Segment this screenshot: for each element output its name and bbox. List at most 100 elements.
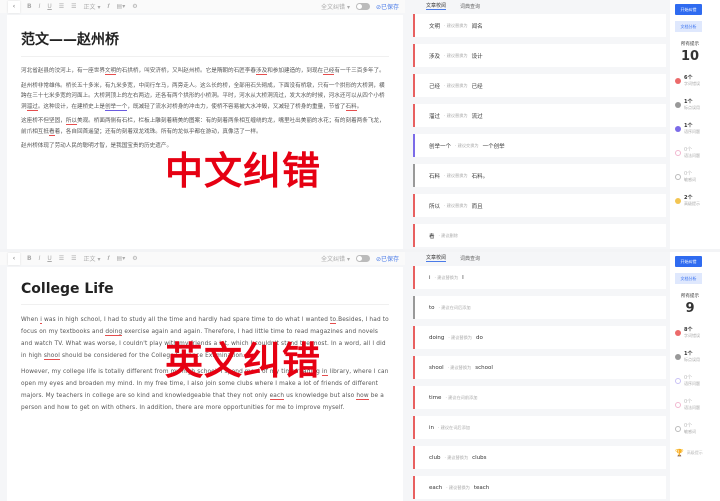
category-filter[interactable]: 8个 字词错误 bbox=[675, 326, 720, 340]
error-word: 看 bbox=[429, 233, 435, 240]
document-editor[interactable]: 范文——赵州桥河北省赵县的洨河上，有一座世界文明的石拱桥，叫安济桥，又叫赵州桥。… bbox=[7, 15, 403, 249]
category-label: 标点误用 bbox=[684, 357, 700, 362]
suggestion-hint: · 建议交换为 bbox=[455, 142, 479, 148]
flagged-text[interactable]: 涉及 bbox=[255, 68, 268, 75]
document-title[interactable]: 范文——赵州桥 bbox=[21, 29, 389, 57]
suggestion-card[interactable]: doing · 建议替换为 do bbox=[413, 326, 666, 349]
category-filter[interactable]: 2个 高级提示 bbox=[675, 194, 720, 208]
back-button[interactable]: ‹ bbox=[8, 0, 20, 13]
style-select[interactable]: 正文 ▾ bbox=[84, 254, 101, 263]
unordered-list-icon[interactable]: ☰ bbox=[71, 3, 76, 10]
error-word: i bbox=[429, 274, 431, 281]
suggested-fix[interactable]: 设计 bbox=[472, 52, 483, 60]
text-run: 有一千三百多年了。 bbox=[334, 68, 385, 74]
suggestion-card[interactable]: 创举一个 · 建议交换为 一个创举 bbox=[413, 134, 666, 157]
flagged-text[interactable]: 创举一个 bbox=[104, 103, 128, 111]
ordered-list-icon[interactable]: ☰ bbox=[59, 3, 64, 10]
underline-icon[interactable]: U bbox=[47, 3, 51, 10]
start-check-button[interactable]: 开始纠错 bbox=[675, 4, 702, 15]
suggested-fix[interactable]: 一个创举 bbox=[483, 142, 505, 150]
category-filter[interactable]: 1个 标点误用 bbox=[675, 350, 720, 364]
style-label: 正文 bbox=[83, 256, 96, 263]
toggle-switch[interactable] bbox=[355, 255, 370, 262]
settings-icon[interactable]: ⚙ bbox=[132, 3, 137, 10]
suggestion-card[interactable]: 溜过 · 建议替换为 流过 bbox=[413, 104, 666, 127]
suggestion-card[interactable]: time · 建议在词前添加 bbox=[413, 386, 666, 409]
tab-review[interactable]: 文章校阅 bbox=[426, 2, 447, 10]
panel-tabs: 文章校阅 词典查询 bbox=[412, 0, 480, 12]
unordered-list-icon[interactable]: ☰ bbox=[71, 255, 76, 262]
category-filter[interactable]: 0个 敏感词 bbox=[675, 170, 720, 184]
analyze-button[interactable]: 文档分析 bbox=[675, 21, 702, 32]
suggestion-card[interactable]: each · 建议替换为 teach bbox=[413, 476, 666, 499]
text-run: 河北省赵县的洨河上，有一座世界 bbox=[21, 68, 105, 74]
category-dot-icon bbox=[675, 150, 681, 156]
suggestion-card[interactable]: 所以 · 建议替换为 而且 bbox=[413, 194, 666, 217]
suggested-fix[interactable]: school bbox=[475, 365, 493, 371]
toggle-switch[interactable] bbox=[355, 3, 370, 10]
image-icon[interactable]: ▤▾ bbox=[117, 3, 126, 10]
paragraph[interactable]: 这座桥不但坚固，所以美观。桥面两侧有石栏，栏板上雕刻着精美的图案：有的刻着两条相… bbox=[21, 116, 389, 137]
image-icon[interactable]: ▤▾ bbox=[117, 255, 126, 262]
suggested-fix[interactable]: 流过 bbox=[472, 112, 483, 120]
flagged-text[interactable]: 石料 bbox=[345, 103, 357, 111]
suggested-fix[interactable]: 而且 bbox=[472, 202, 483, 210]
tab-review[interactable]: 文章校阅 bbox=[426, 254, 447, 262]
flagged-text[interactable]: 己经 bbox=[323, 68, 335, 75]
suggestion-card[interactable]: to · 建议在词后添加 bbox=[413, 296, 666, 319]
paragraph[interactable]: 河北省赵县的洨河上，有一座世界文明的石拱桥，叫安济桥，又叫赵州桥。它是隋朝的石匠… bbox=[21, 66, 389, 77]
suggested-fix[interactable]: 已经 bbox=[472, 82, 483, 90]
flagged-text[interactable]: shool bbox=[43, 353, 60, 360]
settings-icon[interactable]: ⚙ bbox=[132, 255, 137, 262]
tab-dictionary[interactable]: 词典查询 bbox=[460, 255, 480, 262]
category-filter[interactable]: 0个 敏感词 bbox=[675, 422, 720, 436]
flagged-text[interactable]: each bbox=[269, 393, 285, 400]
document-title[interactable]: College Life bbox=[21, 281, 389, 305]
suggested-fix[interactable]: 石料。 bbox=[472, 172, 489, 180]
back-button[interactable]: ‹ bbox=[8, 252, 20, 265]
flagged-text[interactable]: 溜过 bbox=[26, 103, 38, 111]
flagged-text[interactable]: 所以 bbox=[65, 118, 77, 125]
category-filter[interactable]: 0个 语法问题 bbox=[675, 146, 720, 160]
paragraph[interactable]: 赵州桥非常雄伟。桥长五十多米，有九米多宽，中间行车马，两旁走人。这么长的桥，全部… bbox=[21, 81, 389, 113]
suggestion-card[interactable]: 看 · 建议删除 bbox=[413, 224, 666, 247]
category-label: 敏感词 bbox=[684, 177, 696, 182]
format-icon[interactable]: 𝒇 bbox=[107, 3, 109, 11]
analyze-button[interactable]: 文档分析 bbox=[675, 273, 702, 284]
italic-icon[interactable]: I bbox=[39, 255, 41, 262]
category-filter[interactable]: 0个 语法问题 bbox=[675, 398, 720, 412]
suggestion-card[interactable]: club · 建议替换为 clubs bbox=[413, 446, 666, 469]
flagged-text[interactable]: 文明 bbox=[104, 68, 117, 75]
bold-icon[interactable]: B bbox=[27, 255, 32, 262]
suggestion-card[interactable]: 文明 · 建议替换为 闻名 bbox=[413, 14, 666, 37]
suggested-fix[interactable]: 闻名 bbox=[472, 22, 483, 30]
mode-select[interactable]: 全文纠错 ▾ bbox=[321, 254, 350, 263]
category-filter[interactable]: 1个 语序问题 bbox=[675, 122, 720, 136]
advanced-hints[interactable]: 🏆 高级提示 bbox=[675, 446, 720, 460]
start-check-button[interactable]: 开始纠错 bbox=[675, 256, 702, 267]
style-select[interactable]: 正文 ▾ bbox=[84, 2, 101, 11]
mode-select[interactable]: 全文纠错 ▾ bbox=[321, 2, 350, 11]
category-filter[interactable]: 6个 字词错误 bbox=[675, 74, 720, 88]
underline-icon[interactable]: U bbox=[47, 255, 51, 262]
flagged-text[interactable]: doing bbox=[105, 329, 123, 336]
category-filter[interactable]: 0个 语序问题 bbox=[675, 374, 720, 388]
suggestion-card[interactable]: 己经 · 建议替换为 已经 bbox=[413, 74, 666, 97]
bold-icon[interactable]: B bbox=[27, 3, 32, 10]
italic-icon[interactable]: I bbox=[39, 3, 41, 10]
ordered-list-icon[interactable]: ☰ bbox=[59, 255, 64, 262]
suggestion-card[interactable]: 石料 · 建议替换为 石料。 bbox=[413, 164, 666, 187]
suggested-fix[interactable]: teach bbox=[474, 485, 489, 491]
suggested-fix[interactable]: I bbox=[462, 275, 464, 281]
format-icon[interactable]: 𝒇 bbox=[107, 255, 109, 263]
suggestion-card[interactable]: 涉及 · 建议替换为 设计 bbox=[413, 44, 666, 67]
suggested-fix[interactable]: do bbox=[476, 335, 483, 341]
category-filter[interactable]: 1个 标点误用 bbox=[675, 98, 720, 112]
suggestion-card[interactable]: i · 建议替换为 I bbox=[413, 266, 666, 289]
tab-dictionary[interactable]: 词典查询 bbox=[460, 3, 480, 10]
suggestion-card[interactable]: shool · 建议替换为 school bbox=[413, 356, 666, 379]
flagged-text[interactable]: how bbox=[356, 393, 369, 400]
suggested-fix[interactable]: clubs bbox=[472, 455, 486, 461]
suggestion-card[interactable]: in · 建议在词后添加 bbox=[413, 416, 666, 439]
category-label: 字词错误 bbox=[684, 81, 700, 86]
